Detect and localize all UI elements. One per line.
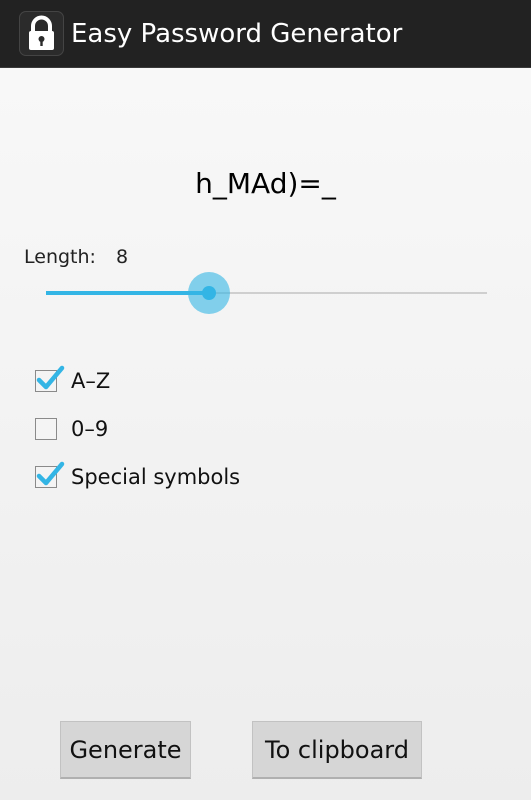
to-clipboard-button[interactable]: To clipboard — [252, 721, 422, 779]
generated-password: h_MAd)=_ — [195, 167, 336, 200]
app-title: Easy Password Generator — [71, 19, 403, 49]
digits-checkbox[interactable] — [35, 418, 57, 440]
option-special-symbols[interactable]: Special symbols — [33, 460, 333, 494]
option-digits[interactable]: 0–9 — [33, 412, 333, 446]
uppercase-label: A–Z — [71, 369, 111, 393]
digits-label: 0–9 — [71, 417, 109, 441]
special-symbols-label: Special symbols — [71, 465, 241, 489]
action-bar: Easy Password Generator — [0, 0, 531, 68]
uppercase-checkbox[interactable] — [35, 365, 65, 392]
slider-thumb[interactable] — [202, 286, 216, 300]
checkmark-icon — [36, 365, 65, 390]
option-uppercase[interactable]: A–Z — [33, 364, 333, 398]
lock-icon — [19, 11, 64, 56]
special-symbols-checkbox[interactable] — [35, 461, 65, 488]
length-label: Length: — [24, 246, 96, 268]
length-value: 8 — [116, 246, 129, 268]
length-slider[interactable] — [46, 270, 487, 316]
slider-fill — [46, 291, 209, 295]
generate-button[interactable]: Generate — [60, 721, 191, 779]
checkmark-icon — [36, 461, 65, 486]
